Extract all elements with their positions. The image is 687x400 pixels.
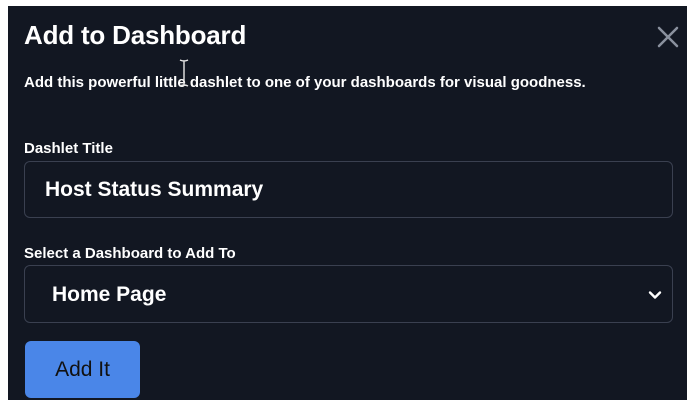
close-icon — [657, 26, 679, 48]
add-to-dashboard-dialog: Add to Dashboard Add this powerful littl… — [8, 6, 687, 400]
dashlet-title-input[interactable] — [24, 161, 673, 218]
dashboard-select-label: Select a Dashboard to Add To — [24, 245, 236, 262]
add-it-button[interactable]: Add It — [25, 341, 140, 398]
dialog-description: Add this powerful little dashlet to one … — [24, 74, 586, 91]
close-button[interactable] — [655, 24, 681, 50]
chevron-down-icon — [648, 288, 662, 302]
dashboard-select-value: Home Page — [52, 283, 167, 306]
dashlet-title-label: Dashlet Title — [24, 140, 113, 157]
dashboard-select[interactable]: Home Page — [24, 265, 673, 323]
text-cursor-icon — [179, 59, 189, 87]
dialog-title: Add to Dashboard — [24, 20, 247, 50]
